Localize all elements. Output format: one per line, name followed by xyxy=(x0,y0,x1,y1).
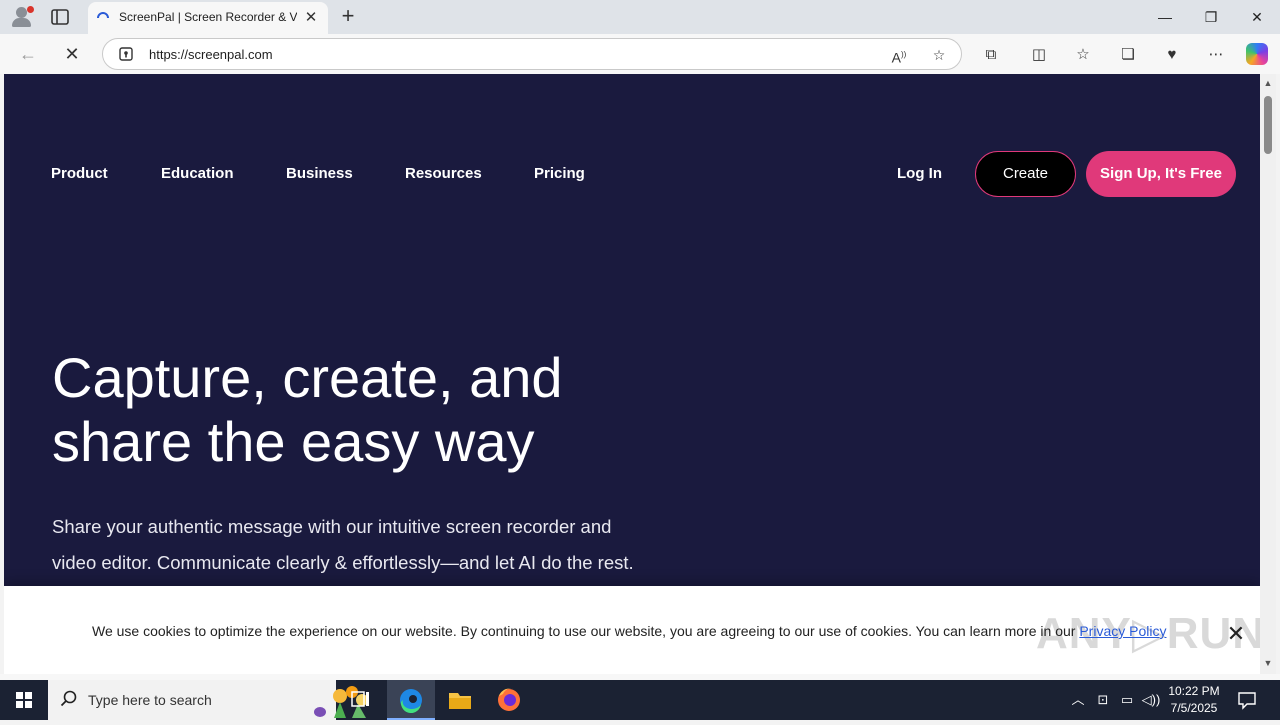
search-placeholder: Type here to search xyxy=(88,692,212,708)
nav-product[interactable]: Product xyxy=(51,165,108,182)
hero-subtitle: Share your authentic message with our in… xyxy=(52,516,634,573)
start-button[interactable] xyxy=(0,680,48,720)
address-bar[interactable]: https://screenpal.com A)) ☆ xyxy=(102,38,962,70)
new-tab-button[interactable]: + xyxy=(336,5,360,29)
device-icon[interactable]: ⊡ xyxy=(1093,690,1113,710)
network-icon[interactable]: ▭ xyxy=(1117,690,1137,710)
taskbar-clock[interactable]: 10:22 PM 7/5/2025 xyxy=(1162,683,1226,717)
cookie-text: We use cookies to optimize the experienc… xyxy=(92,623,1080,639)
nav-business[interactable]: Business xyxy=(286,165,353,182)
page-scrollbar[interactable]: ▲ ▼ xyxy=(1260,74,1276,674)
tab-title: ScreenPal | Screen Recorder & Video Edit… xyxy=(119,10,297,24)
tab-actions-icon[interactable] xyxy=(50,8,70,26)
nav-education[interactable]: Education xyxy=(161,165,234,182)
loading-spinner-icon xyxy=(96,11,110,25)
browser-tab-strip: ScreenPal | Screen Recorder & Video Edit… xyxy=(0,0,1280,34)
close-window-button[interactable]: ✕ xyxy=(1234,0,1280,34)
windows-logo-icon xyxy=(16,692,32,708)
notification-center-icon[interactable] xyxy=(1236,690,1258,710)
cookie-close-icon[interactable]: ✕ xyxy=(1226,623,1246,645)
profile-avatar-icon[interactable] xyxy=(10,6,34,28)
privacy-policy-link[interactable]: Privacy Policy xyxy=(1079,623,1166,639)
more-menu-icon[interactable]: ⋯ xyxy=(1205,44,1227,66)
search-icon xyxy=(60,690,78,708)
scroll-thumb[interactable] xyxy=(1264,96,1272,154)
url-text[interactable]: https://screenpal.com xyxy=(149,47,273,62)
file-explorer-icon[interactable] xyxy=(436,680,484,720)
nav-resources[interactable]: Resources xyxy=(405,165,482,182)
web-page: Product Education Business Resources Pri… xyxy=(4,74,1260,674)
cookie-banner: ANY▷RUN We use cookies to optimize the e… xyxy=(4,586,1260,674)
taskbar-search[interactable]: Type here to search xyxy=(48,680,368,720)
login-link[interactable]: Log In xyxy=(897,165,942,182)
windows-taskbar: Type here to search ︿ ⊡ ▭ ◁)) 10:22 PM 7… xyxy=(0,680,1280,720)
favorites-icon[interactable]: ☆ xyxy=(1072,44,1094,66)
read-aloud-icon[interactable]: A)) xyxy=(889,45,909,66)
scroll-down-arrow-icon[interactable]: ▼ xyxy=(1260,658,1276,670)
copilot-icon[interactable] xyxy=(1246,43,1268,65)
task-view-icon[interactable] xyxy=(336,680,384,720)
scroll-up-arrow-icon[interactable]: ▲ xyxy=(1260,78,1276,90)
collections-icon[interactable]: ❏ xyxy=(1117,44,1139,66)
site-info-icon[interactable] xyxy=(119,47,133,61)
volume-icon[interactable]: ◁)) xyxy=(1141,690,1161,710)
split-screen-icon[interactable]: ◫ xyxy=(1028,44,1050,66)
firefox-icon[interactable] xyxy=(485,680,533,720)
favorite-star-icon[interactable]: ☆ xyxy=(929,45,949,65)
chevron-up-icon[interactable]: ︿ xyxy=(1068,690,1088,710)
extensions-icon[interactable]: ⧉ xyxy=(980,44,1002,66)
tab-close-icon[interactable]: ✕ xyxy=(302,9,320,27)
hero-title: Capture, create, and share the easy way xyxy=(52,346,563,473)
create-button[interactable]: Create xyxy=(975,151,1076,197)
minimize-button[interactable]: — xyxy=(1142,0,1188,34)
edge-icon[interactable] xyxy=(387,680,435,720)
browser-essentials-icon[interactable]: ♥ xyxy=(1161,44,1183,66)
signup-button[interactable]: Sign Up, It's Free xyxy=(1086,151,1236,197)
clock-date: 7/5/2025 xyxy=(1170,701,1218,715)
stop-loading-button[interactable]: ✕ xyxy=(58,40,86,68)
back-button[interactable]: ← xyxy=(14,40,42,68)
cookie-message: We use cookies to optimize the experienc… xyxy=(92,623,1166,639)
browser-toolbar: ← ✕ https://screenpal.com A)) ☆ ⧉ ◫ ☆ ❏ … xyxy=(0,34,1280,74)
browser-tab-active[interactable]: ScreenPal | Screen Recorder & Video Edit… xyxy=(88,2,328,34)
restore-button[interactable]: ❐ xyxy=(1188,0,1234,34)
nav-pricing[interactable]: Pricing xyxy=(534,165,585,182)
clock-time: 10:22 PM xyxy=(1168,684,1220,698)
